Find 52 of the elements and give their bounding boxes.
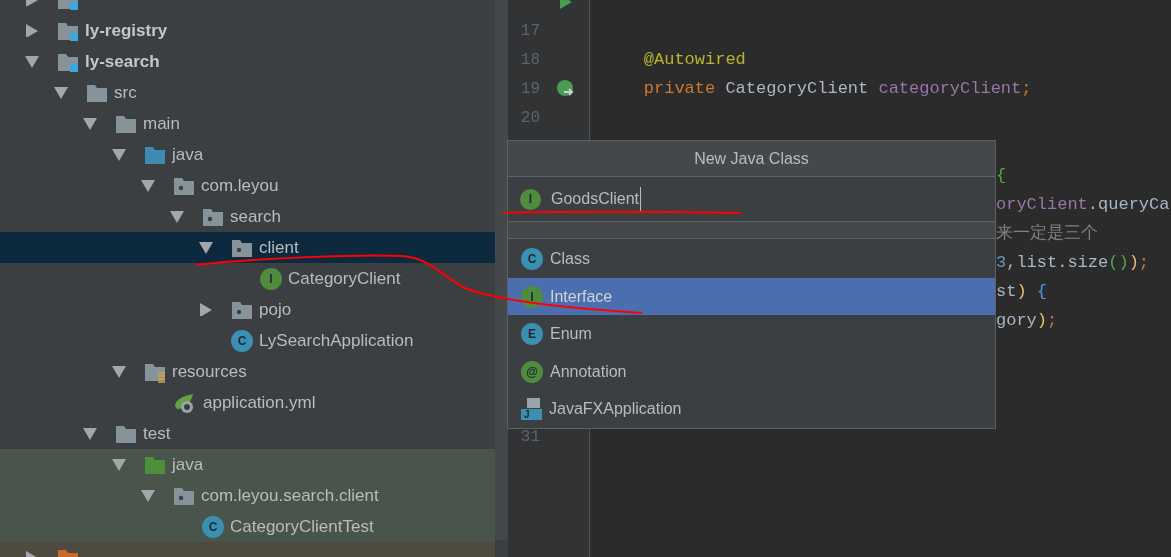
collapsed-arrow-icon[interactable] [199, 303, 213, 316]
tree-item-label[interactable]: src [114, 79, 137, 106]
expanded-arrow-icon[interactable] [54, 86, 68, 99]
expanded-arrow-icon[interactable] [112, 458, 126, 471]
tree-item-label[interactable]: ly-search [85, 48, 160, 75]
tree-item-label[interactable]: main [143, 110, 180, 137]
code-line: @Autowired [642, 48, 746, 71]
tree-item-label[interactable]: pojo [259, 296, 292, 323]
class-kind-option[interactable]: I Interface [508, 278, 995, 316]
interface-icon: I [521, 285, 543, 308]
test-class-icon: C [202, 515, 224, 538]
interface-icon: I [260, 267, 282, 290]
expanded-arrow-icon[interactable] [141, 489, 155, 502]
class-kind-option[interactable]: @ Annotation [508, 353, 995, 391]
class-kind-option[interactable]: E Enum [508, 315, 995, 353]
tree-item-label[interactable]: search [230, 203, 282, 230]
collapsed-arrow-icon[interactable] [25, 24, 39, 37]
expanded-arrow-icon[interactable] [112, 365, 126, 378]
dialog-title: New Java Class [508, 141, 995, 178]
expanded-arrow-icon[interactable] [25, 55, 39, 68]
expanded-arrow-icon[interactable] [83, 117, 97, 130]
class-kind-option[interactable]: C Class [508, 240, 995, 278]
code-line: gory); [996, 309, 1058, 332]
expanded-arrow-icon[interactable] [170, 210, 184, 223]
tree-item-label[interactable]: client [259, 234, 299, 261]
tree-item-label[interactable]: ly-registry [85, 17, 168, 44]
class-icon: E [521, 323, 543, 346]
interface-icon: I [520, 188, 541, 210]
spring-class-icon: C [231, 329, 253, 352]
tree-item-label[interactable]: application.yml [203, 389, 316, 416]
code-line: 3,list.size()); [996, 251, 1150, 274]
expanded-arrow-icon[interactable] [141, 179, 155, 192]
expanded-arrow-icon[interactable] [83, 427, 97, 440]
tree-item-label[interactable]: CategoryClientTest [230, 513, 374, 540]
tree-item-label[interactable]: java [172, 141, 204, 168]
scrollbar-thumb[interactable] [495, 0, 508, 540]
code-line: { [996, 164, 1007, 187]
interface-icon: @ [521, 360, 543, 383]
tree-item-label[interactable]: com.leyou [201, 172, 279, 199]
tree-item-label[interactable]: CategoryClient [288, 265, 401, 292]
code-line: st) { [996, 280, 1047, 303]
expanded-arrow-icon[interactable] [112, 148, 126, 161]
code-line: 来一定是三个 [996, 222, 1098, 245]
tree-item-label[interactable]: resources [172, 358, 247, 385]
code-line: private CategoryClient categoryClient; [642, 77, 1032, 100]
class-icon: C [521, 248, 543, 271]
tree-item-label[interactable]: LySearchApplication [259, 327, 414, 354]
tree-item-label[interactable]: java [172, 451, 204, 478]
tree-item-label[interactable]: test [143, 420, 171, 447]
expanded-arrow-icon[interactable] [199, 241, 213, 254]
class-kind-option[interactable]: J JavaFXApplication [508, 390, 995, 428]
code-line: oryClient.queryCa [996, 193, 1170, 216]
